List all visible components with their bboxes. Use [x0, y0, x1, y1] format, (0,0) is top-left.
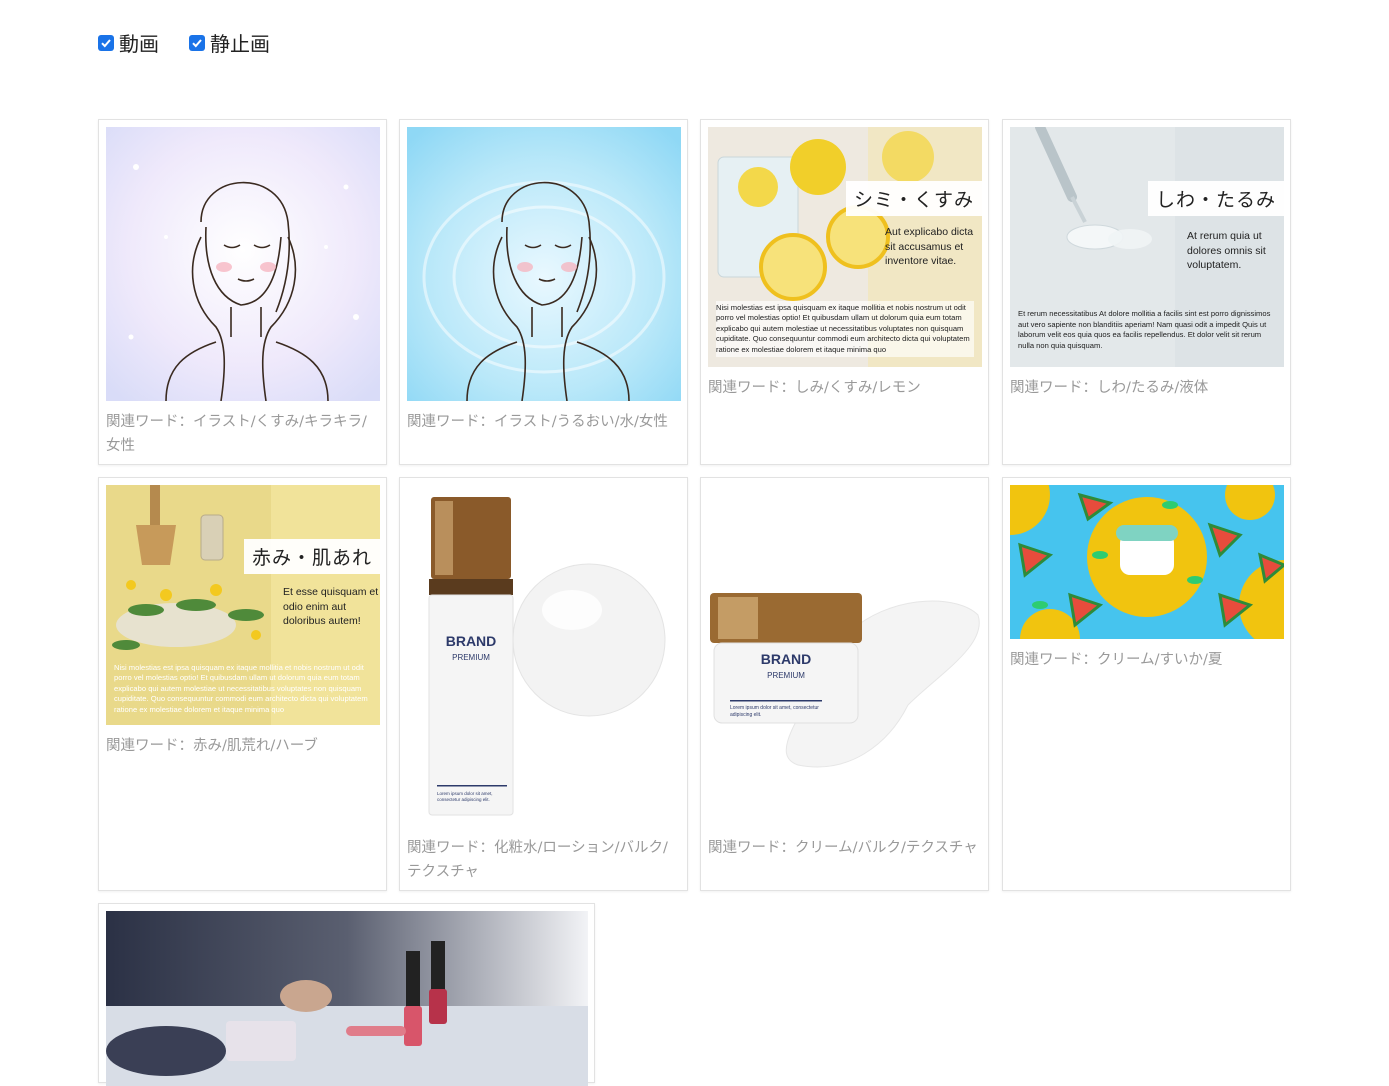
still-checkbox[interactable]: [189, 34, 205, 51]
overlay-title: シミ・くすみ: [845, 181, 982, 216]
card-caption: 関連ワード：しわ/たるみ/液体: [1010, 380, 1209, 396]
product-line: PREMIUM: [452, 653, 490, 662]
product-brand: BRAND: [445, 633, 497, 649]
overlay-body: Nisi molestias est ipsa quisquam ex itaq…: [716, 300, 974, 357]
media-card[interactable]: 関連ワード：イラスト/くすみ/キラキラ/女性: [98, 119, 387, 465]
overlay-title: 赤み・肌あれ: [243, 539, 380, 574]
card-caption: 関連ワード：クリーム/バルク/テクスチャ: [708, 840, 978, 856]
filter-still-label: 静止画: [210, 32, 270, 56]
media-card[interactable]: シミ・くすみ Aut explicabo dicta sit accusamus…: [700, 119, 989, 465]
product-small-text: Lorem ipsum dolor sit amet, consectetur …: [730, 705, 819, 718]
thumbnail-cream-jar[interactable]: BRAND PREMIUM Lorem ipsum dolor sit amet…: [708, 485, 982, 829]
card-caption: 関連ワード：クリーム/すいか/夏: [1010, 652, 1223, 668]
thumbnail-cosmetics[interactable]: [106, 911, 588, 1086]
media-card[interactable]: BRAND PREMIUM Lorem ipsum dolor sit amet…: [700, 477, 989, 891]
card-caption: 関連ワード：しみ/くすみ/レモン: [708, 380, 921, 396]
media-card[interactable]: BRAND PREMIUM Lorem ipsum dolor sit amet…: [399, 477, 688, 891]
check-icon: [192, 38, 202, 47]
thumbnail-watermelon[interactable]: [1010, 485, 1284, 639]
product-line: PREMIUM: [767, 671, 805, 680]
product-brand: BRAND: [760, 651, 812, 667]
video-checkbox[interactable]: [98, 34, 114, 51]
overlay-body: Et rerum necessitatibus At dolore mollit…: [1018, 309, 1271, 350]
card-caption: 関連ワード：イラスト/うるおい/水/女性: [407, 414, 668, 430]
thumbnail-lotion[interactable]: BRAND PREMIUM Lorem ipsum dolor sit amet…: [407, 485, 681, 829]
overlay-title: しわ・たるみ: [1147, 181, 1284, 216]
overlay-subtitle: Et esse quisquam et odio enim aut dolori…: [283, 586, 379, 627]
filter-video[interactable]: 動画: [98, 28, 159, 57]
card-caption: 関連ワード：赤み/肌荒れ/ハーブ: [106, 738, 318, 754]
check-icon: [101, 38, 111, 47]
media-filter-bar: 動画 静止画: [98, 28, 270, 57]
filter-video-label: 動画: [119, 32, 159, 56]
thumbnail-woman-water[interactable]: [407, 127, 681, 401]
thumbnail-woman-sparkle[interactable]: [106, 127, 380, 401]
thumbnail-herb[interactable]: 赤み・肌あれ Et esse quisquam et odio enim aut…: [106, 485, 380, 725]
overlay-subtitle: Aut explicabo dicta sit accusamus et inv…: [885, 226, 974, 267]
card-caption: 関連ワード：化粧水/ローション/バルク/テクスチャ: [407, 840, 668, 880]
thumbnail-lemon[interactable]: シミ・くすみ Aut explicabo dicta sit accusamus…: [708, 127, 982, 367]
overlay-subtitle: At rerum quia ut dolores omnis sit volup…: [1187, 230, 1266, 271]
thumbnail-serum[interactable]: しわ・たるみ At rerum quia ut dolores omnis si…: [1010, 127, 1284, 367]
card-caption: 関連ワード：イラスト/くすみ/キラキラ/女性: [106, 414, 367, 454]
media-card[interactable]: 赤み・肌あれ Et esse quisquam et odio enim aut…: [98, 477, 387, 891]
product-small-text: Lorem ipsum dolor sit amet, consectetur …: [437, 791, 493, 802]
media-card[interactable]: 関連ワード：クリーム/すいか/夏: [1002, 477, 1291, 891]
overlay-body: Nisi molestias est ipsa quisquam ex itaq…: [114, 662, 368, 714]
media-card[interactable]: [98, 903, 595, 1086]
filter-still[interactable]: 静止画: [189, 28, 270, 57]
media-card[interactable]: しわ・たるみ At rerum quia ut dolores omnis si…: [1002, 119, 1291, 465]
media-card[interactable]: 関連ワード：イラスト/うるおい/水/女性: [399, 119, 688, 465]
